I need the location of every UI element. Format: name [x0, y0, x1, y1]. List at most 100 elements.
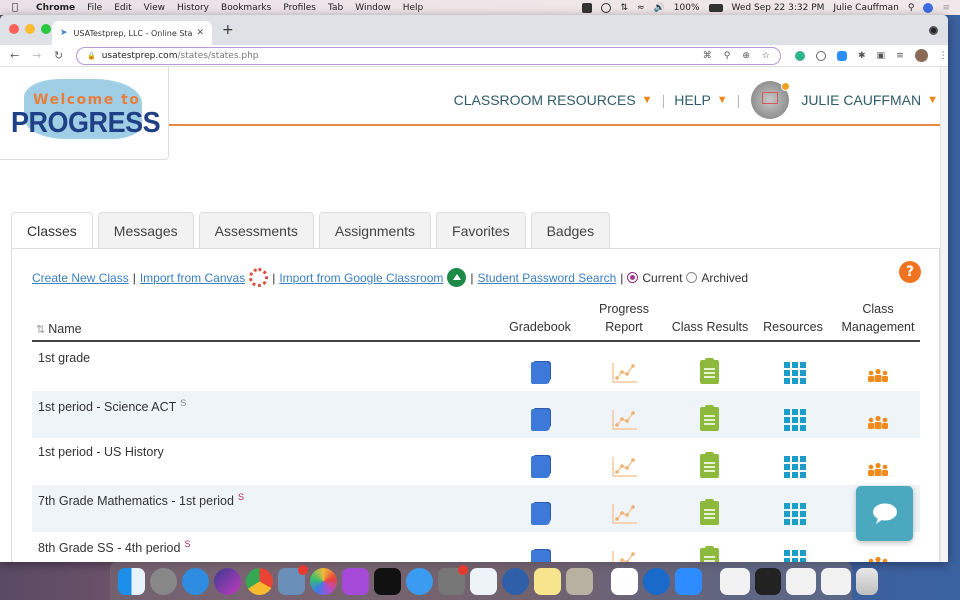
resources-grid-icon[interactable] [784, 362, 806, 384]
class-name-text[interactable]: 1st period - Science ACT [38, 400, 176, 414]
sort-icon[interactable]: ⇅ [36, 323, 45, 336]
chat-button[interactable] [856, 486, 913, 541]
zoom-icon[interactable] [675, 567, 702, 595]
archived-radio[interactable] [686, 272, 698, 283]
minimized-window-thumbnail[interactable] [821, 567, 851, 595]
bluetooth-icon[interactable]: ⇅ [620, 3, 628, 13]
apple-icon[interactable]:  [12, 2, 26, 13]
system-preferences-icon[interactable] [438, 564, 468, 595]
reading-list-icon[interactable]: ≡ [896, 51, 904, 61]
browser-tab[interactable]: ➤ USATestprep, LLC - Online Sta ✕ [52, 21, 212, 45]
class-management-people-icon[interactable] [866, 556, 890, 562]
messages-icon[interactable] [406, 567, 433, 595]
gradebook-icon[interactable] [531, 409, 550, 431]
progress-report-icon[interactable] [611, 550, 638, 562]
caret-down-icon[interactable]: ▼ [927, 94, 938, 106]
tab-assignments[interactable]: Assignments [318, 212, 432, 248]
progress-report-icon[interactable] [611, 409, 638, 431]
gradebook-icon[interactable] [531, 362, 550, 384]
progress-report-icon[interactable] [611, 456, 638, 478]
archived-radio-label[interactable]: Archived [701, 271, 748, 285]
safari-icon[interactable] [182, 567, 209, 595]
page-scrollbar[interactable] [940, 67, 948, 562]
zoom-icon[interactable]: ⊕ [742, 51, 750, 61]
key-icon[interactable]: ⚲ [724, 51, 731, 61]
current-radio-label[interactable]: Current [642, 271, 682, 285]
profile-menu-icon[interactable] [929, 26, 938, 35]
tab-messages[interactable]: Messages [97, 212, 194, 248]
name-column-header[interactable]: ⇅ Name [36, 322, 82, 336]
resources-grid-icon[interactable] [784, 456, 806, 478]
reload-button[interactable]: ↻ [54, 49, 66, 62]
siri-icon[interactable] [923, 2, 934, 13]
siri-icon[interactable] [214, 567, 241, 595]
class-results-clipboard-icon[interactable] [700, 499, 719, 525]
help-icon[interactable]: ? [899, 261, 921, 283]
battery-icon[interactable] [708, 3, 723, 12]
zoom-extension-icon[interactable] [837, 50, 847, 61]
class-name-text[interactable]: 1st grade [38, 351, 90, 365]
import-from-canvas-link[interactable]: Import from Canvas [140, 271, 245, 285]
bookmark-star-icon[interactable]: ☆ [762, 51, 770, 61]
menu-view[interactable]: View [144, 3, 165, 13]
notebook-icon[interactable] [566, 567, 593, 595]
student-password-search-link[interactable]: Student Password Search [478, 271, 617, 285]
menu-tab[interactable]: Tab [328, 3, 343, 13]
volume-icon[interactable]: 🔊 [654, 3, 665, 13]
quicktime-icon[interactable] [502, 567, 529, 595]
class-results-clipboard-icon[interactable] [700, 405, 719, 431]
password-extension-icon[interactable] [816, 50, 826, 61]
photos-icon[interactable] [310, 567, 337, 595]
spotlight-search-icon[interactable]: ⚲ [908, 3, 915, 13]
current-radio[interactable] [627, 272, 639, 283]
back-button[interactable]: ← [10, 49, 22, 62]
forward-button[interactable]: → [32, 49, 44, 62]
class-name-text[interactable]: 1st period - US History [38, 445, 164, 459]
tab-assessments[interactable]: Assessments [198, 212, 314, 248]
keynote-icon[interactable] [470, 567, 497, 595]
apple-tv-icon[interactable] [374, 567, 401, 595]
chrome-menu-icon[interactable]: ⋮ [939, 51, 948, 61]
finder-icon[interactable] [118, 567, 145, 595]
minimize-window-button[interactable] [25, 24, 35, 34]
class-name[interactable]: 8th Grade SS - 4th period S [38, 539, 190, 555]
google-classroom-icon[interactable] [447, 268, 467, 287]
class-management-people-icon[interactable] [866, 462, 890, 476]
caret-down-icon[interactable]: ▼ [642, 94, 653, 106]
resources-grid-icon[interactable] [784, 409, 806, 431]
progress-report-icon[interactable] [611, 503, 638, 525]
resources-grid-icon[interactable] [784, 550, 806, 562]
current-user[interactable]: Julie Cauffman [833, 3, 898, 13]
menu-profiles[interactable]: Profiles [283, 3, 316, 13]
gradebook-icon[interactable] [531, 503, 550, 525]
menu-app-name[interactable]: Chrome [36, 3, 75, 13]
podcasts-icon[interactable] [342, 567, 369, 595]
resources-grid-icon[interactable] [784, 503, 806, 525]
class-management-people-icon[interactable] [866, 415, 890, 429]
user-avatar[interactable] [751, 81, 791, 119]
time-machine-icon[interactable] [601, 2, 612, 13]
class-results-clipboard-icon[interactable] [700, 452, 719, 478]
1password-icon[interactable] [643, 567, 670, 595]
menu-bookmarks[interactable]: Bookmarks [221, 3, 271, 13]
grammarly-extension-icon[interactable] [795, 50, 805, 61]
slack-icon[interactable] [611, 567, 638, 595]
class-name[interactable]: 1st period - US History [38, 445, 164, 459]
chrome-icon[interactable] [246, 567, 273, 595]
minimized-window-thumbnail[interactable] [786, 567, 816, 595]
control-center-icon[interactable]: ≡ [942, 3, 950, 13]
class-management-people-icon[interactable] [866, 368, 890, 382]
canvas-icon[interactable] [249, 268, 269, 287]
caret-down-icon[interactable]: ▼ [717, 94, 728, 106]
classroom-resources-menu[interactable]: CLASSROOM RESOURCES [454, 92, 636, 108]
minimized-window-thumbnail[interactable] [720, 567, 750, 595]
extensions-puzzle-icon[interactable]: ✱ [858, 51, 866, 61]
tab-classes[interactable]: Classes [11, 212, 93, 249]
class-name[interactable]: 1st grade [38, 351, 90, 365]
import-from-google-classroom-link[interactable]: Import from Google Classroom [279, 271, 443, 285]
trash-icon[interactable] [856, 567, 878, 595]
maximize-window-button[interactable] [41, 24, 51, 34]
launchpad-icon[interactable] [150, 567, 177, 595]
menu-file[interactable]: File [87, 3, 102, 13]
minimized-window-thumbnail[interactable] [755, 567, 781, 595]
